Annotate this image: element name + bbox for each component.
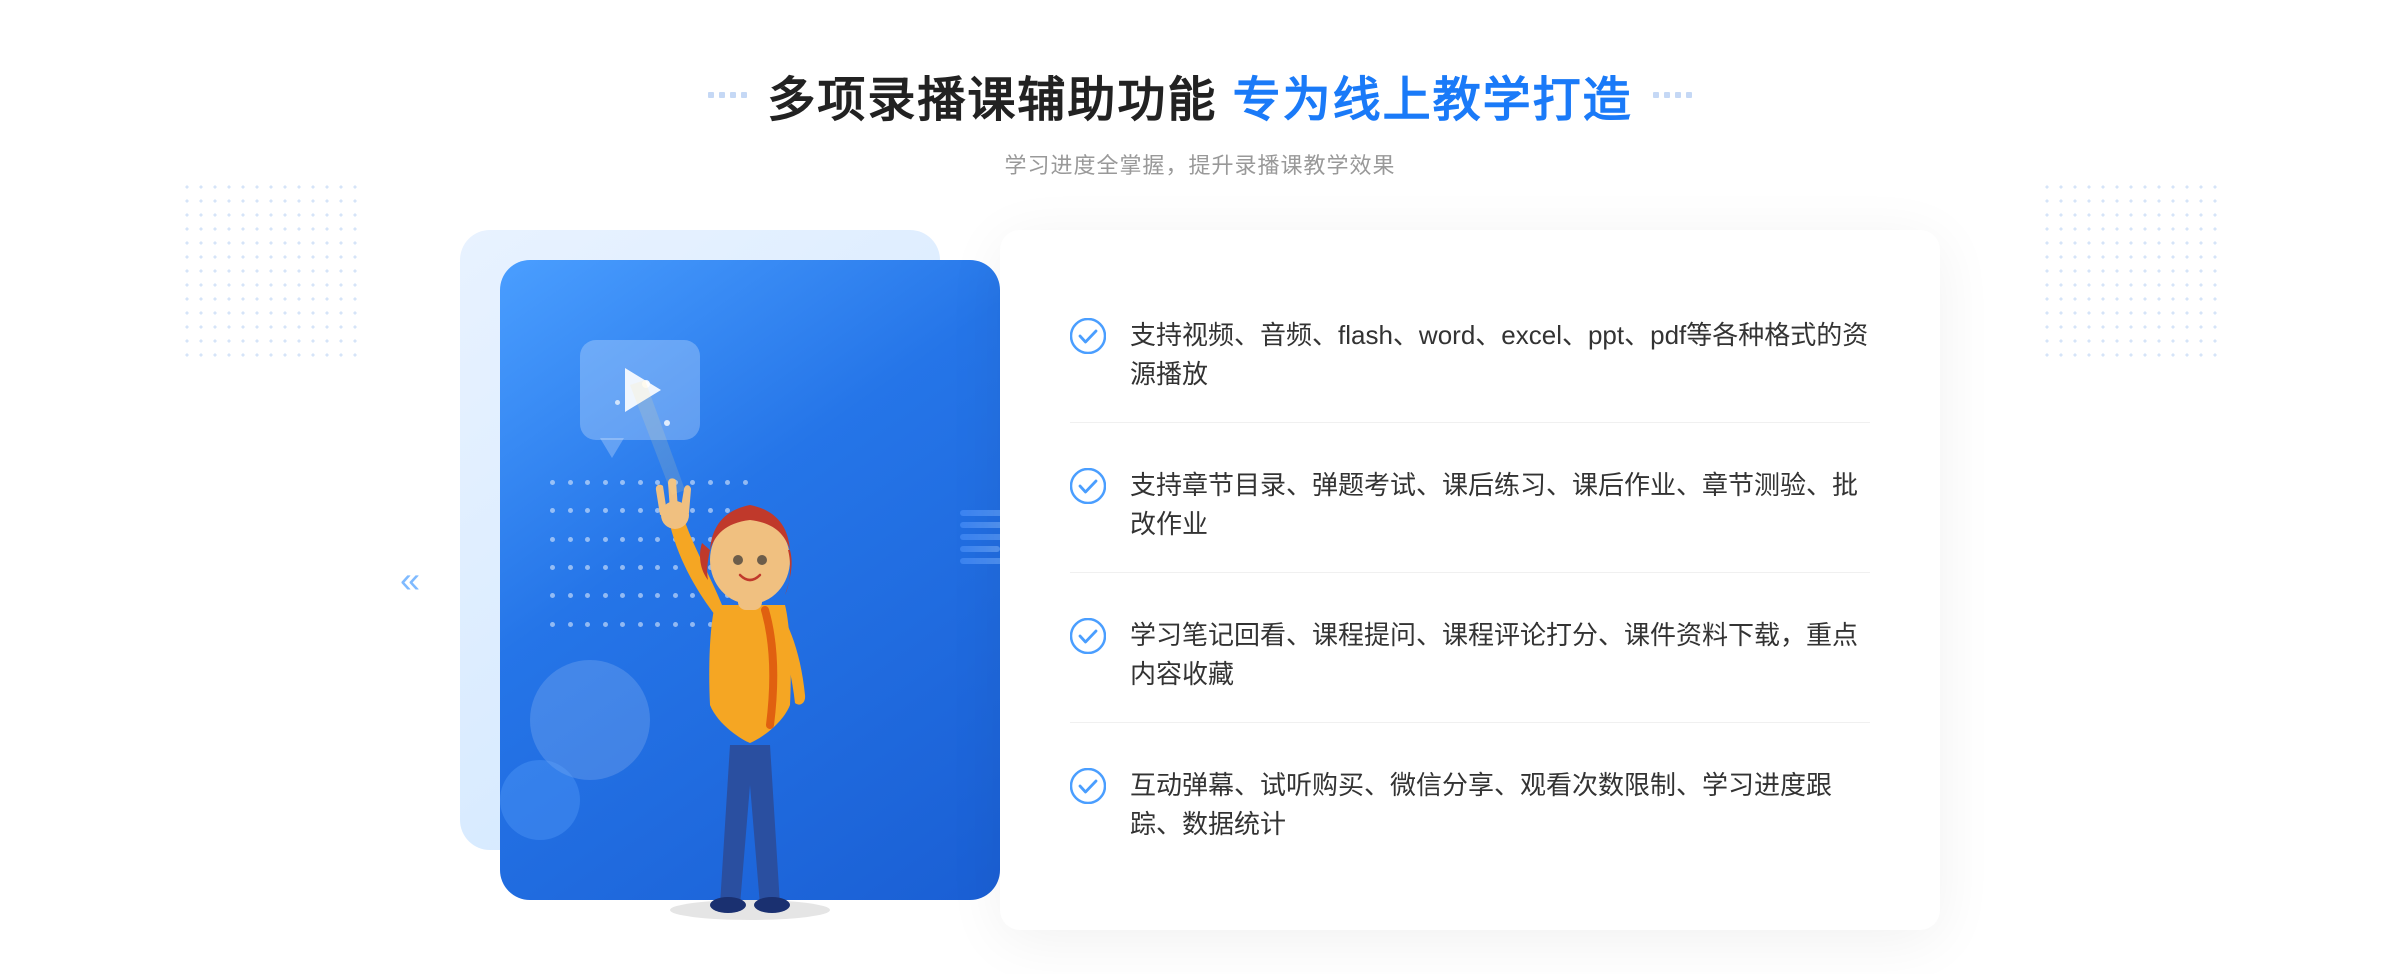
page-title: 多项录播课辅助功能 专为线上教学打造 — [767, 60, 1632, 130]
stripe-line-4 — [960, 546, 1000, 552]
check-icon-2 — [1070, 468, 1106, 504]
chevron-left-icon: « — [400, 562, 420, 598]
stripe-line-2 — [960, 522, 1005, 528]
left-arrow-deco: « — [400, 562, 420, 598]
feature-text-1: 支持视频、音频、flash、word、excel、ppt、pdf等各种格式的资源… — [1130, 316, 1870, 394]
title-decorator-right — [1653, 92, 1692, 98]
title-part1: 多项录播课辅助功能 — [767, 74, 1217, 127]
feature-item-2: 支持章节目录、弹题考试、课后练习、课后作业、章节测验、批改作业 — [1070, 438, 1870, 573]
person-illustration — [610, 365, 890, 930]
dot-pattern-left — [180, 180, 360, 360]
title-row: 多项录播课辅助功能 专为线上教学打造 — [708, 60, 1691, 130]
page-container: 多项录播课辅助功能 专为线上教学打造 学习进度全掌握，提升录播课教学效果 « — [0, 0, 2400, 974]
check-icon-4 — [1070, 768, 1106, 804]
main-content: « — [460, 230, 1940, 930]
title-part2: 专为线上教学打造 — [1233, 74, 1633, 127]
feature-text-2: 支持章节目录、弹题考试、课后练习、课后作业、章节测验、批改作业 — [1130, 466, 1870, 544]
feature-text-3: 学习笔记回看、课程提问、课程评论打分、课件资料下载，重点内容收藏 — [1130, 616, 1870, 694]
check-icon-1 — [1070, 318, 1106, 354]
header-section: 多项录播课辅助功能 专为线上教学打造 学习进度全掌握，提升录播课教学效果 — [708, 60, 1691, 180]
feature-item-3: 学习笔记回看、课程提问、课程评论打分、课件资料下载，重点内容收藏 — [1070, 588, 1870, 723]
dot-pattern-right — [2040, 180, 2220, 360]
features-panel: 支持视频、音频、flash、word、excel、ppt、pdf等各种格式的资源… — [1000, 230, 1940, 930]
feature-item-4: 互动弹幕、试听购买、微信分享、观看次数限制、学习进度跟踪、数据统计 — [1070, 738, 1870, 872]
title-decorator-left — [708, 92, 747, 98]
left-illustration-panel — [460, 230, 1040, 930]
page-subtitle: 学习进度全掌握，提升录播课教学效果 — [708, 148, 1691, 180]
check-icon-3 — [1070, 618, 1106, 654]
deco-circle-2 — [500, 760, 580, 840]
feature-text-4: 互动弹幕、试听购买、微信分享、观看次数限制、学习进度跟踪、数据统计 — [1130, 766, 1870, 844]
feature-item-1: 支持视频、音频、flash、word、excel、ppt、pdf等各种格式的资源… — [1070, 288, 1870, 423]
